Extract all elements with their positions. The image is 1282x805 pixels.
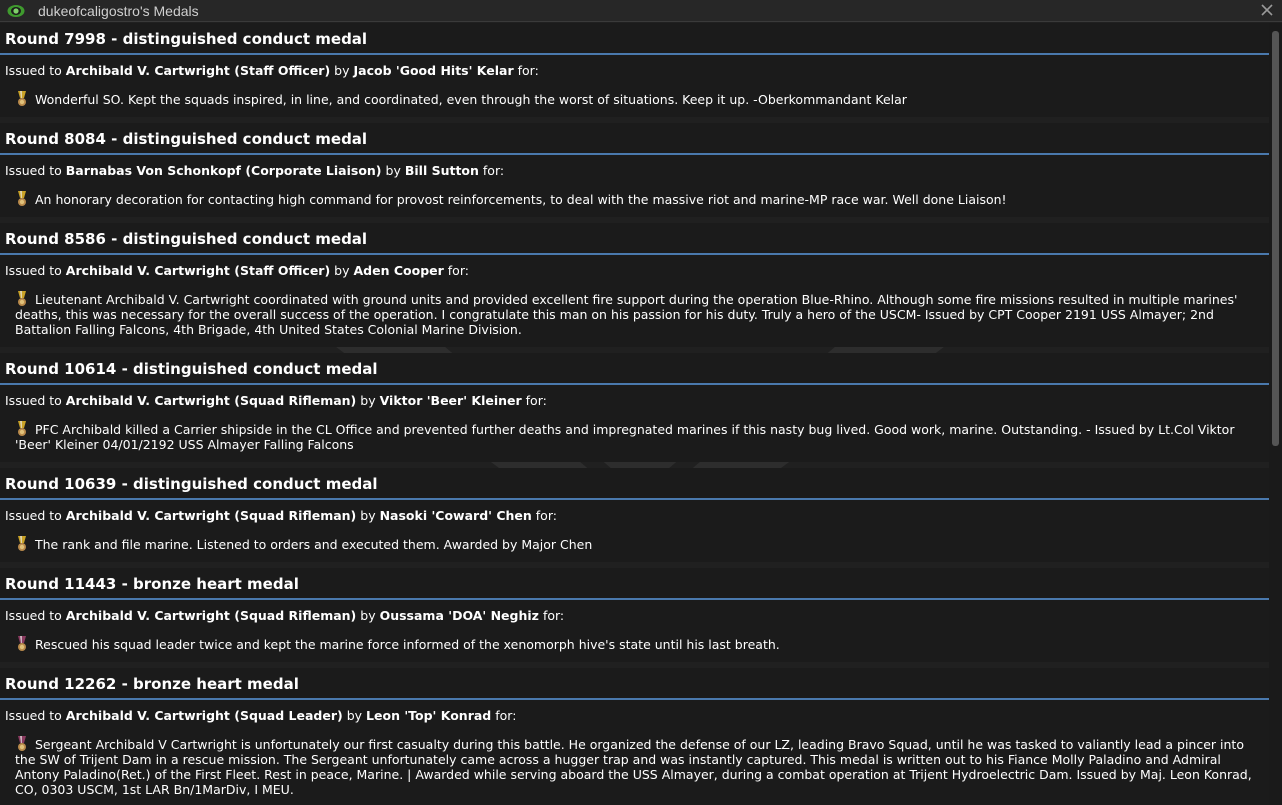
issued-to-label: Issued to [5, 708, 62, 723]
for-label: for: [482, 163, 505, 178]
medal-title: Round 10639 - distinguished conduct meda… [0, 468, 1269, 500]
by-label: by [334, 63, 350, 78]
medal-citation: Lieutenant Archibald V. Cartwright coord… [5, 291, 1264, 337]
medal-citation: Rescued his squad leader twice and kept … [5, 636, 1264, 652]
citation-text: The rank and file marine. Listened to or… [35, 537, 593, 552]
medal-entry-7: Round 12262 - bronze heart medal Issued … [0, 668, 1269, 805]
medal-issuer: Nasoki 'Coward' Chen [379, 508, 532, 523]
issued-to-label: Issued to [5, 63, 62, 78]
medal-recipient: Archibald V. Cartwright (Squad Leader) [65, 708, 343, 723]
issued-line: Issued to Archibald V. Cartwright (Squad… [5, 508, 1264, 524]
conduct-medal-icon [15, 191, 29, 207]
heart-medal-icon [15, 736, 29, 752]
medal-container: Round 7998 - distinguished conduct medal… [0, 23, 1269, 805]
medal-body: Issued to Archibald V. Cartwright (Squad… [0, 385, 1269, 462]
for-label: for: [495, 708, 517, 723]
medal-title: Round 10614 - distinguished conduct meda… [0, 353, 1269, 385]
medal-entry-5: Round 10639 - distinguished conduct meda… [0, 468, 1269, 562]
medal-title: Round 12262 - bronze heart medal [0, 668, 1269, 700]
conduct-medal-icon [15, 91, 29, 107]
medal-citation: Sergeant Archibald V Cartwright is unfor… [5, 736, 1264, 797]
medal-title: Round 11443 - bronze heart medal [0, 568, 1269, 600]
issued-line: Issued to Archibald V. Cartwright (Staff… [5, 263, 1264, 279]
for-label: for: [542, 608, 565, 623]
medal-recipient: Archibald V. Cartwright (Squad Rifleman) [65, 393, 357, 408]
by-label: by [360, 608, 376, 623]
medal-recipient: Archibald V. Cartwright (Squad Rifleman) [65, 608, 357, 623]
issued-line: Issued to Barnabas Von Schonkopf (Corpor… [5, 163, 1264, 179]
eye-icon [7, 4, 25, 18]
medal-body: Issued to Archibald V. Cartwright (Squad… [0, 700, 1269, 805]
medal-issuer: Aden Cooper [353, 263, 444, 278]
medal-citation: The rank and file marine. Listened to or… [5, 536, 1264, 552]
medal-body: Issued to Barnabas Von Schonkopf (Corpor… [0, 155, 1269, 217]
issued-line: Issued to Archibald V. Cartwright (Squad… [5, 393, 1264, 409]
issued-to-label: Issued to [5, 263, 62, 278]
citation-text: Wonderful SO. Kept the squads inspired, … [35, 92, 907, 107]
issued-to-label: Issued to [5, 163, 62, 178]
citation-text: Sergeant Archibald V Cartwright is unfor… [15, 737, 1252, 797]
for-label: for: [525, 393, 547, 408]
issued-line: Issued to Archibald V. Cartwright (Squad… [5, 608, 1264, 624]
conduct-medal-icon [15, 291, 29, 307]
for-label: for: [535, 508, 557, 523]
medal-issuer: Bill Sutton [404, 163, 479, 178]
by-label: by [334, 263, 350, 278]
medal-title: Round 7998 - distinguished conduct medal [0, 23, 1269, 55]
medal-entry-4: Round 10614 - distinguished conduct meda… [0, 353, 1269, 462]
issued-line: Issued to Archibald V. Cartwright (Squad… [5, 708, 1264, 724]
issued-to-label: Issued to [5, 608, 62, 623]
scrollbar[interactable] [1269, 23, 1282, 805]
medal-title: Round 8084 - distinguished conduct medal [0, 123, 1269, 155]
medal-recipient: Archibald V. Cartwright (Staff Officer) [65, 63, 331, 78]
by-label: by [360, 393, 376, 408]
for-label: for: [447, 263, 469, 278]
window-titlebar: dukeofcaligostro's Medals [0, 0, 1282, 22]
conduct-medal-icon [15, 421, 29, 437]
medal-recipient: Archibald V. Cartwright (Squad Rifleman) [65, 508, 357, 523]
medal-body: Issued to Archibald V. Cartwright (Squad… [0, 600, 1269, 662]
window-title: dukeofcaligostro's Medals [38, 2, 199, 19]
by-label: by [360, 508, 376, 523]
citation-text: Rescued his squad leader twice and kept … [35, 637, 780, 652]
medal-entry-1: Round 7998 - distinguished conduct medal… [0, 23, 1269, 117]
medal-recipient: Barnabas Von Schonkopf (Corporate Liaiso… [65, 163, 382, 178]
citation-text: PFC Archibald killed a Carrier shipside … [15, 422, 1235, 452]
medal-issuer: Oussama 'DOA' Neghiz [379, 608, 539, 623]
medal-entry-3: Round 8586 - distinguished conduct medal… [0, 223, 1269, 347]
heart-medal-icon [15, 636, 29, 652]
close-icon[interactable] [1258, 1, 1276, 19]
medal-issuer: Jacob 'Good Hits' Kelar [353, 63, 514, 78]
medal-recipient: Archibald V. Cartwright (Staff Officer) [65, 263, 331, 278]
medal-list[interactable]: Round 7998 - distinguished conduct medal… [0, 23, 1269, 805]
issued-to-label: Issued to [5, 508, 62, 523]
scrollbar-thumb[interactable] [1272, 31, 1279, 446]
medal-entry-6: Round 11443 - bronze heart medal Issued … [0, 568, 1269, 662]
medal-entry-2: Round 8084 - distinguished conduct medal… [0, 123, 1269, 217]
conduct-medal-icon [15, 536, 29, 552]
by-label: by [346, 708, 363, 723]
citation-text: An honorary decoration for contacting hi… [35, 192, 1007, 207]
issued-to-label: Issued to [5, 393, 62, 408]
for-label: for: [517, 63, 539, 78]
by-label: by [385, 163, 401, 178]
medal-issuer: Viktor 'Beer' Kleiner [379, 393, 522, 408]
medal-issuer: Leon 'Top' Konrad [366, 708, 492, 723]
medal-body: Issued to Archibald V. Cartwright (Staff… [0, 255, 1269, 347]
medal-title: Round 8586 - distinguished conduct medal [0, 223, 1269, 255]
citation-text: Lieutenant Archibald V. Cartwright coord… [15, 292, 1238, 337]
medal-citation: PFC Archibald killed a Carrier shipside … [5, 421, 1264, 452]
medal-body: Issued to Archibald V. Cartwright (Staff… [0, 55, 1269, 117]
issued-line: Issued to Archibald V. Cartwright (Staff… [5, 63, 1264, 79]
medal-citation: An honorary decoration for contacting hi… [5, 191, 1264, 207]
medal-citation: Wonderful SO. Kept the squads inspired, … [5, 91, 1264, 107]
medal-body: Issued to Archibald V. Cartwright (Squad… [0, 500, 1269, 562]
